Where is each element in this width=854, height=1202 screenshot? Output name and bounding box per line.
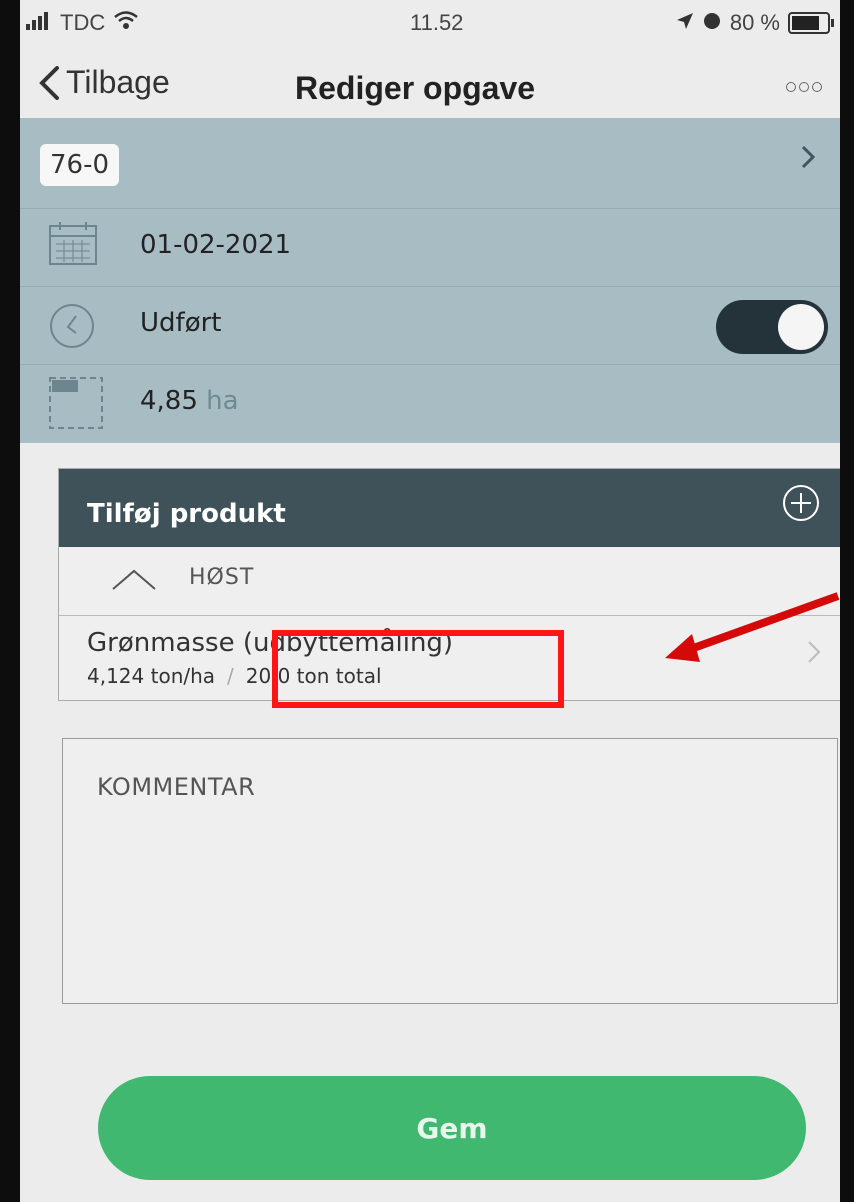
add-circle-icon[interactable] xyxy=(781,483,821,528)
nav-bar: Tilbage Rediger opgave xyxy=(20,48,840,118)
area-text: 4,85 ha xyxy=(140,386,239,416)
alarm-icon xyxy=(702,10,722,36)
dot-icon xyxy=(812,82,822,92)
clock-icon xyxy=(48,302,96,355)
save-button[interactable]: Gem xyxy=(98,1076,806,1180)
status-time: 11.52 xyxy=(410,10,464,35)
field-id-row[interactable]: 76-0 xyxy=(20,118,840,209)
dot-icon xyxy=(786,82,796,92)
comment-label: KOMMENTAR xyxy=(97,773,256,801)
date-row[interactable]: 01-02-2021 xyxy=(20,208,840,287)
battery-percent: 80 % xyxy=(729,10,780,35)
annotation-highlight-box xyxy=(272,630,564,708)
status-row: Udført xyxy=(20,286,840,365)
product-group-header[interactable]: HØST xyxy=(59,547,840,616)
status-right: 80 % xyxy=(676,10,834,36)
area-row: 4,85 ha xyxy=(20,364,840,442)
field-id-chip: 76-0 xyxy=(40,144,120,186)
amount-separator: / xyxy=(227,664,234,688)
signal-icon xyxy=(26,10,52,36)
product-rate: 4,124 ton/ha xyxy=(87,664,216,688)
app-screen: TDC 11.52 80 % Tilbage Rediger opgave 76… xyxy=(20,0,840,1202)
wifi-icon xyxy=(113,10,139,36)
status-left: TDC xyxy=(26,10,139,36)
product-group-label: HØST xyxy=(189,565,255,590)
add-product-title: Tilføj produkt xyxy=(87,499,286,529)
dot-icon xyxy=(799,82,809,92)
task-details: 76-0 01-02-2021 Udført 4,85 ha xyxy=(20,118,840,443)
comment-field[interactable]: KOMMENTAR xyxy=(62,738,838,1004)
chevron-right-icon xyxy=(807,640,821,671)
battery-icon xyxy=(788,12,834,34)
status-bar: TDC 11.52 80 % xyxy=(20,0,840,48)
status-label: Udført xyxy=(140,308,222,338)
carrier-label: TDC xyxy=(60,10,106,35)
back-label: Tilbage xyxy=(66,64,170,100)
battery-fill xyxy=(792,16,820,30)
chevron-up-icon xyxy=(111,567,157,596)
product-name-main: Grønmasse xyxy=(87,628,235,658)
chevron-left-icon xyxy=(39,65,59,100)
area-value: 4,85 xyxy=(140,386,198,416)
toggle-knob xyxy=(778,304,824,350)
back-button[interactable]: Tilbage xyxy=(38,64,170,101)
chevron-right-icon xyxy=(800,144,816,178)
done-toggle[interactable] xyxy=(716,300,828,354)
calendar-icon xyxy=(48,222,98,271)
location-arrow-icon xyxy=(676,10,694,36)
area-icon xyxy=(48,376,104,435)
task-date: 01-02-2021 xyxy=(140,230,292,260)
area-unit: ha xyxy=(206,386,239,416)
page-title: Rediger opgave xyxy=(295,70,536,106)
more-options-button[interactable] xyxy=(786,82,822,92)
add-product-header[interactable]: Tilføj produkt xyxy=(59,469,840,547)
